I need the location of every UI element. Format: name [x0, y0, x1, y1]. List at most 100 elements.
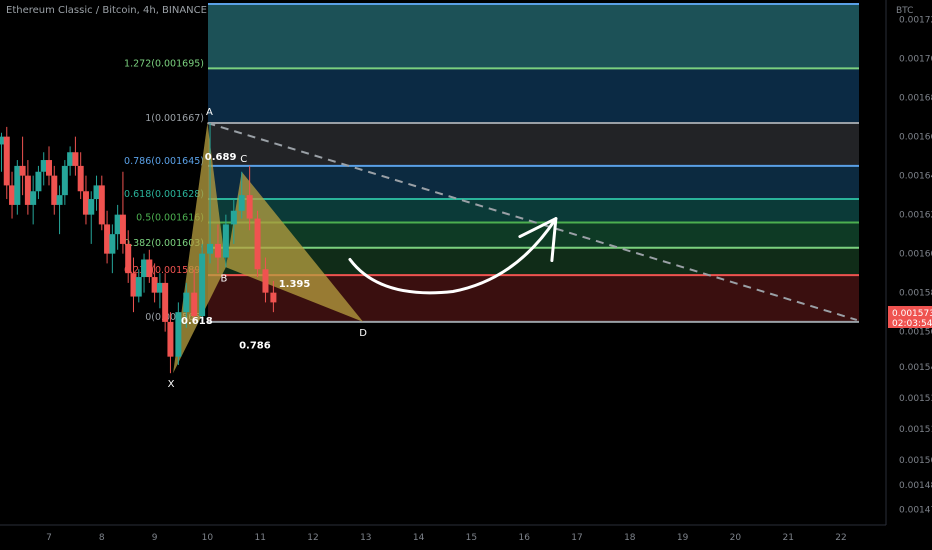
x-tick-label: 14	[413, 533, 425, 543]
candle-body	[214, 243, 221, 258]
x-tick-label: 7	[46, 533, 52, 543]
ratio-label: 0.786	[239, 340, 271, 351]
candle-body	[119, 214, 126, 244]
candle-body	[30, 191, 37, 205]
y-axis: 0.001720 0.001700 0.001680 0.001660 0.001640…	[899, 16, 932, 516]
candle-body	[238, 195, 245, 211]
y-tick-label: 0.001560	[899, 328, 932, 338]
candle-body	[72, 152, 79, 166]
current-price-tag: 0.001573 02:03:54	[888, 306, 932, 329]
x-tick-label: 17	[571, 533, 582, 543]
candle-body	[104, 224, 111, 254]
fib-band	[208, 199, 859, 223]
candle-body	[61, 165, 68, 196]
y-tick-label: 0.001620	[899, 211, 932, 221]
y-tick-label: 0.001680	[899, 94, 932, 104]
candle-body	[14, 165, 21, 205]
candle-body	[19, 165, 26, 176]
x-tick-label: 13	[360, 533, 371, 543]
candle-body	[24, 175, 31, 205]
x-tick-label: 9	[152, 533, 158, 543]
candle-body	[88, 199, 95, 215]
fib-level-label: 0.5(0.001616)	[136, 212, 204, 223]
fib-level-label: 1.272(0.001695)	[124, 58, 204, 69]
candle-body	[56, 195, 63, 205]
x-tick-label: 20	[730, 533, 742, 543]
candle-body	[254, 218, 261, 270]
candle-body	[270, 292, 277, 303]
fib-level-label: 1(0.001667)	[145, 113, 204, 124]
point-label-d: D	[359, 328, 367, 339]
point-label-c: C	[240, 154, 247, 165]
symbol-title: Ethereum Classic / Bitcoin, 4h, BINANCE	[6, 5, 207, 16]
candle-body	[9, 185, 16, 205]
y-tick-label: 0.001720	[899, 16, 932, 26]
candle-body	[125, 243, 132, 274]
candle-body	[77, 165, 84, 192]
x-tick-label: 18	[624, 533, 636, 543]
candle-body	[98, 185, 105, 225]
y-unit-label: BTC	[896, 6, 913, 16]
candle-body	[199, 253, 206, 317]
x-tick-label: 15	[466, 533, 477, 543]
point-label-b: B	[220, 273, 227, 284]
candle-body	[207, 243, 214, 254]
y-tick-label: 0.001500	[899, 456, 932, 466]
ratio-label: 0.689	[205, 152, 237, 163]
candle-body	[114, 214, 121, 235]
x-tick-label: 8	[99, 533, 105, 543]
x-tick-label: 16	[518, 533, 530, 543]
x-tick-label: 11	[254, 533, 265, 543]
fib-level-label: 0.786(0.001645)	[124, 156, 204, 167]
candle-body	[246, 195, 253, 219]
y-tick-label: 0.001660	[899, 133, 932, 143]
candle-body	[130, 273, 137, 297]
y-tick-label: 0.001515	[899, 425, 932, 435]
chart[interactable]: 1.272(0.001695) 1(0.001667) 0.786(0.001645…	[0, 0, 932, 550]
x-axis: 7 8 9 10 11 12 13 14 15 16 17 18 19 20 21 22	[46, 533, 847, 543]
candle-body	[82, 191, 89, 215]
y-tick-label: 0.001600	[899, 250, 932, 260]
fib-band	[208, 222, 859, 248]
x-tick-label: 12	[307, 533, 318, 543]
candle-body	[46, 160, 52, 176]
ratio-label: 0.618	[181, 316, 213, 327]
candle-body	[183, 292, 190, 313]
y-tick-label: 0.001488	[899, 481, 932, 491]
fib-band	[208, 123, 859, 166]
candle-body	[156, 282, 163, 293]
candle-body	[40, 160, 47, 172]
current-price-value: 0.001573	[892, 309, 932, 319]
candle-body	[162, 282, 169, 322]
y-tick-label: 0.001640	[899, 172, 932, 182]
x-tick-label: 19	[677, 533, 689, 543]
fib-band-top	[208, 4, 859, 69]
fib-band	[208, 68, 859, 123]
fib-band	[208, 165, 859, 200]
candle-body	[151, 277, 158, 293]
x-tick-label: 10	[202, 533, 214, 543]
candle-body	[146, 259, 153, 278]
ratio-label: 1.395	[279, 279, 311, 290]
y-tick-label: 0.001476	[899, 506, 932, 516]
candle-body	[93, 185, 100, 200]
current-price-countdown: 02:03:54	[892, 319, 932, 329]
candle-body	[109, 234, 116, 254]
y-tick-label: 0.001545	[899, 363, 932, 373]
x-tick-label: 22	[835, 533, 846, 543]
candle-body	[222, 224, 229, 258]
y-tick-label: 0.001530	[899, 394, 932, 404]
candle-body	[167, 321, 174, 357]
candle-body	[230, 210, 237, 225]
y-tick-label: 0.001580	[899, 289, 932, 299]
candle-body	[262, 269, 269, 293]
point-label-x: X	[168, 379, 175, 390]
candle-body	[3, 136, 10, 186]
candle-body	[35, 171, 42, 192]
x-tick-label: 21	[782, 533, 793, 543]
y-tick-label: 0.001700	[899, 55, 932, 65]
point-label-a: A	[206, 107, 213, 118]
candle-body	[135, 277, 142, 297]
candle-body	[51, 175, 58, 205]
fib-level-label: 0.618(0.001628)	[124, 189, 204, 200]
